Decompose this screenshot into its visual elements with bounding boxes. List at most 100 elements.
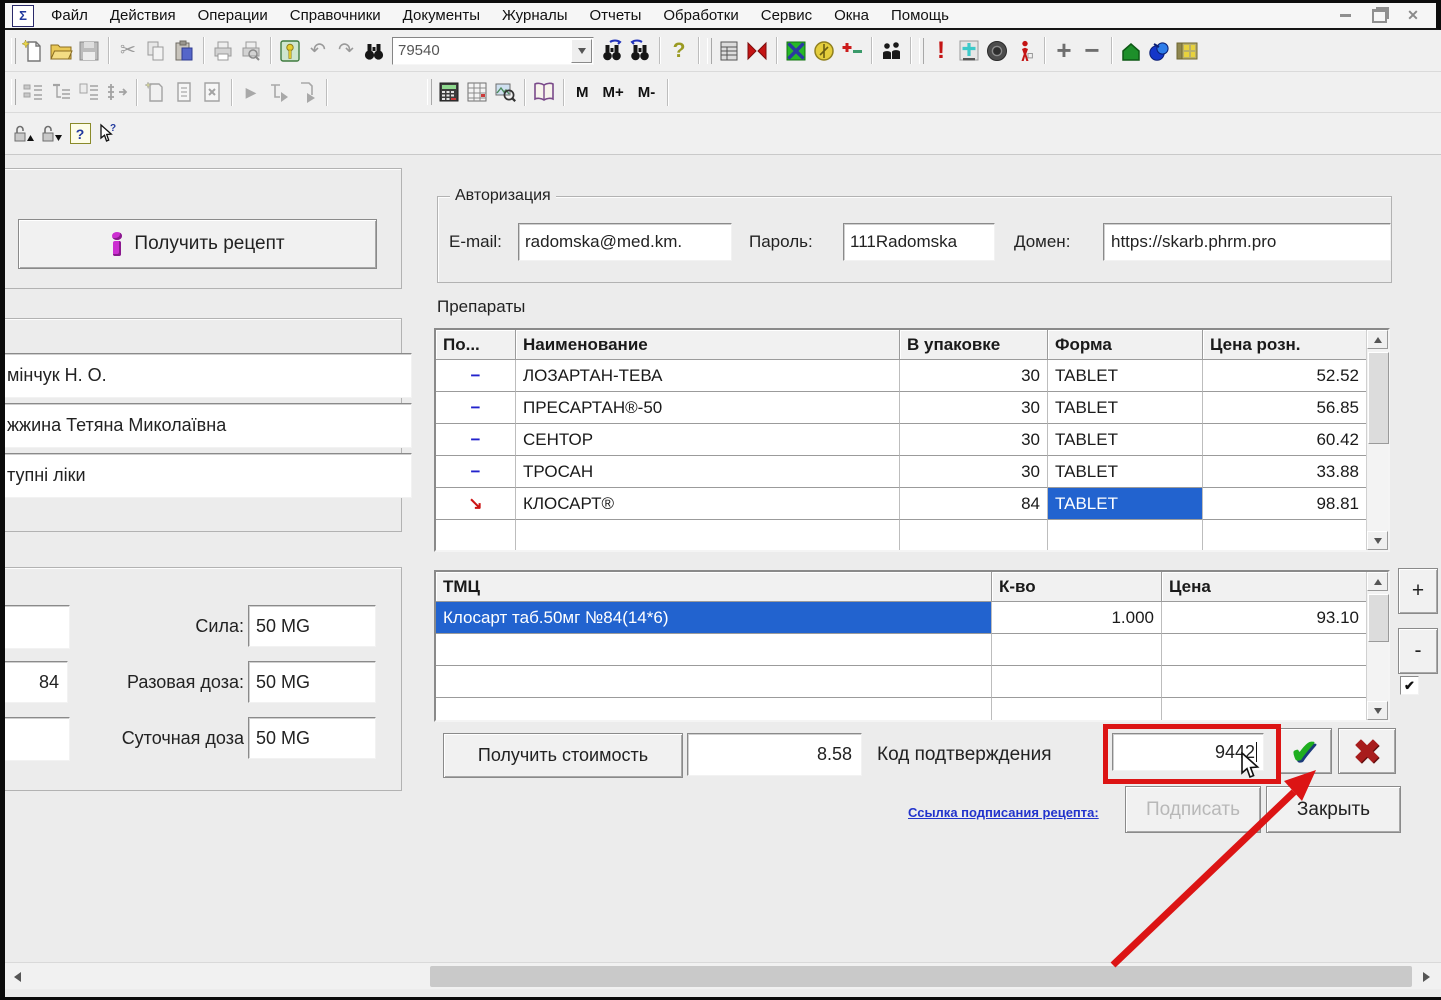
daily-dose-field[interactable]: 50 MG [248, 717, 376, 759]
tmc-row-empty[interactable] [436, 634, 1367, 666]
find-prev-icon[interactable] [626, 37, 654, 65]
drugs-col-mark[interactable]: По... [436, 330, 516, 360]
red-bow-icon[interactable] [743, 37, 771, 65]
drugs-col-pack[interactable]: В упаковке [900, 330, 1048, 360]
add-icon[interactable]: + [1050, 37, 1078, 65]
redo-icon[interactable]: ↷ [332, 37, 360, 65]
photo-search-icon[interactable] [491, 78, 519, 106]
doc-new-icon[interactable] [142, 78, 170, 106]
drugs-col-price[interactable]: Цена розн. [1203, 330, 1367, 360]
scroll-up-button[interactable] [1367, 572, 1388, 591]
tmc-row-empty[interactable] [436, 666, 1367, 698]
get-cost-button[interactable]: Получить стоимость [443, 733, 683, 778]
tree-expand-icon[interactable] [47, 78, 75, 106]
doc-list-icon[interactable] [75, 78, 103, 106]
drugs-col-form[interactable]: Форма [1048, 330, 1203, 360]
toolbar-grip[interactable] [427, 79, 432, 105]
tmc-col-qty[interactable]: К-во [992, 572, 1162, 602]
menu-file[interactable]: Файл [40, 7, 99, 24]
drugs-row-empty[interactable] [436, 520, 1367, 550]
camera-lens-icon[interactable] [983, 37, 1011, 65]
medical-person-icon[interactable] [955, 37, 983, 65]
horizontal-scrollbar[interactable] [0, 962, 1441, 989]
coin-icon[interactable] [810, 37, 838, 65]
tmc-row-empty[interactable] [436, 698, 1367, 720]
cut-icon[interactable]: ✂ [114, 37, 142, 65]
new-document-icon[interactable] [19, 37, 47, 65]
doctor-field[interactable]: мінчук Н. О. [0, 353, 412, 398]
help-box-icon[interactable]: ? [66, 120, 94, 148]
password-field[interactable]: 111Radomska [843, 223, 995, 261]
cancel-button[interactable]: ✖ [1338, 728, 1396, 774]
scroll-thumb[interactable] [430, 966, 1412, 987]
calculator-icon[interactable] [435, 78, 463, 106]
toolbar-grip[interactable] [919, 38, 924, 64]
remove-icon[interactable]: − [1078, 37, 1106, 65]
spreadsheet-calc-icon[interactable] [463, 78, 491, 106]
walking-person-icon[interactable] [1011, 37, 1039, 65]
menu-references[interactable]: Справочники [279, 7, 392, 24]
scroll-down-button[interactable] [1367, 701, 1388, 720]
tree-list-icon[interactable] [19, 78, 47, 106]
drugs-row[interactable]: −ТРОСАН30TABLET33.88 [436, 456, 1367, 488]
menu-service[interactable]: Сервис [750, 7, 823, 24]
find-icon[interactable] [360, 37, 388, 65]
menu-reports[interactable]: Отчеты [579, 7, 653, 24]
key-card-icon[interactable] [276, 37, 304, 65]
context-help-icon[interactable]: ? [94, 120, 122, 148]
menu-actions[interactable]: Действия [99, 7, 187, 24]
book-icon[interactable] [530, 78, 558, 106]
cost-field[interactable]: 8.58 [687, 733, 862, 776]
toolbar-grip[interactable] [707, 38, 712, 64]
drugs-row-selected[interactable]: ↘КЛОСАРТ®84TABLET98.81 [436, 488, 1367, 520]
menu-windows[interactable]: Окна [823, 7, 880, 24]
program-field[interactable]: тупні ліки [0, 453, 412, 498]
drugs-row[interactable]: −ЛОЗАРТАН-ТЕВА30TABLET52.52 [436, 360, 1367, 392]
menu-documents[interactable]: Документы [392, 7, 491, 24]
find-next-icon[interactable] [598, 37, 626, 65]
unlock-up-icon[interactable] [10, 120, 38, 148]
tmc-vertical-scrollbar[interactable] [1366, 572, 1388, 720]
document-table-icon[interactable] [715, 37, 743, 65]
restore-button[interactable] [1370, 7, 1388, 25]
tmc-col-price[interactable]: Цена [1162, 572, 1367, 602]
memory-subtract-button[interactable]: M- [631, 84, 663, 101]
get-prescription-button[interactable]: Получить рецепт [18, 219, 377, 269]
doc-delete-icon[interactable] [198, 78, 226, 106]
close-form-button[interactable]: Закрыть [1266, 786, 1401, 833]
green-house-icon[interactable] [1117, 37, 1145, 65]
menu-processing[interactable]: Обработки [652, 7, 749, 24]
drugs-vertical-scrollbar[interactable] [1366, 330, 1388, 550]
undo-icon[interactable]: ↶ [304, 37, 332, 65]
blue-pouch-icon[interactable] [1145, 37, 1173, 65]
doc-lines-icon[interactable] [170, 78, 198, 106]
confirm-button[interactable]: ✔ [1276, 728, 1332, 774]
run-icon[interactable]: ▶ [237, 78, 265, 106]
menu-journals[interactable]: Журналы [491, 7, 579, 24]
strength-field[interactable]: 50 MG [248, 605, 376, 647]
plus-minus-icon[interactable] [838, 37, 866, 65]
sign-prescription-link[interactable]: Ссылка подписания рецепта: [908, 805, 1099, 820]
tmc-remove-button[interactable]: - [1398, 628, 1438, 674]
print-icon[interactable] [209, 37, 237, 65]
patient-field[interactable]: жжина Тетяна Миколаївна [0, 403, 412, 448]
search-combobox[interactable]: 79540 [392, 37, 594, 65]
green-cross-icon[interactable] [782, 37, 810, 65]
minimize-button[interactable] [1336, 7, 1354, 25]
sign-button[interactable]: Подписать [1125, 786, 1261, 833]
tmc-checkbox[interactable]: ✔ [1400, 676, 1419, 695]
email-field[interactable]: radomska@med.km. [518, 223, 732, 261]
menu-operations[interactable]: Операции [187, 7, 279, 24]
open-folder-icon[interactable] [47, 37, 75, 65]
print-preview-icon[interactable] [237, 37, 265, 65]
close-button[interactable]: ✕ [1404, 7, 1422, 25]
scroll-thumb[interactable] [1368, 352, 1389, 444]
tree-move-icon[interactable] [103, 78, 131, 106]
run-doc-icon[interactable] [293, 78, 321, 106]
scroll-up-button[interactable] [1367, 330, 1388, 349]
scroll-thumb[interactable] [1368, 594, 1389, 642]
scroll-left-button[interactable] [4, 966, 30, 987]
drugs-col-name[interactable]: Наименование [516, 330, 900, 360]
scroll-right-button[interactable] [1413, 966, 1439, 987]
tmc-col-name[interactable]: ТМЦ [436, 572, 992, 602]
